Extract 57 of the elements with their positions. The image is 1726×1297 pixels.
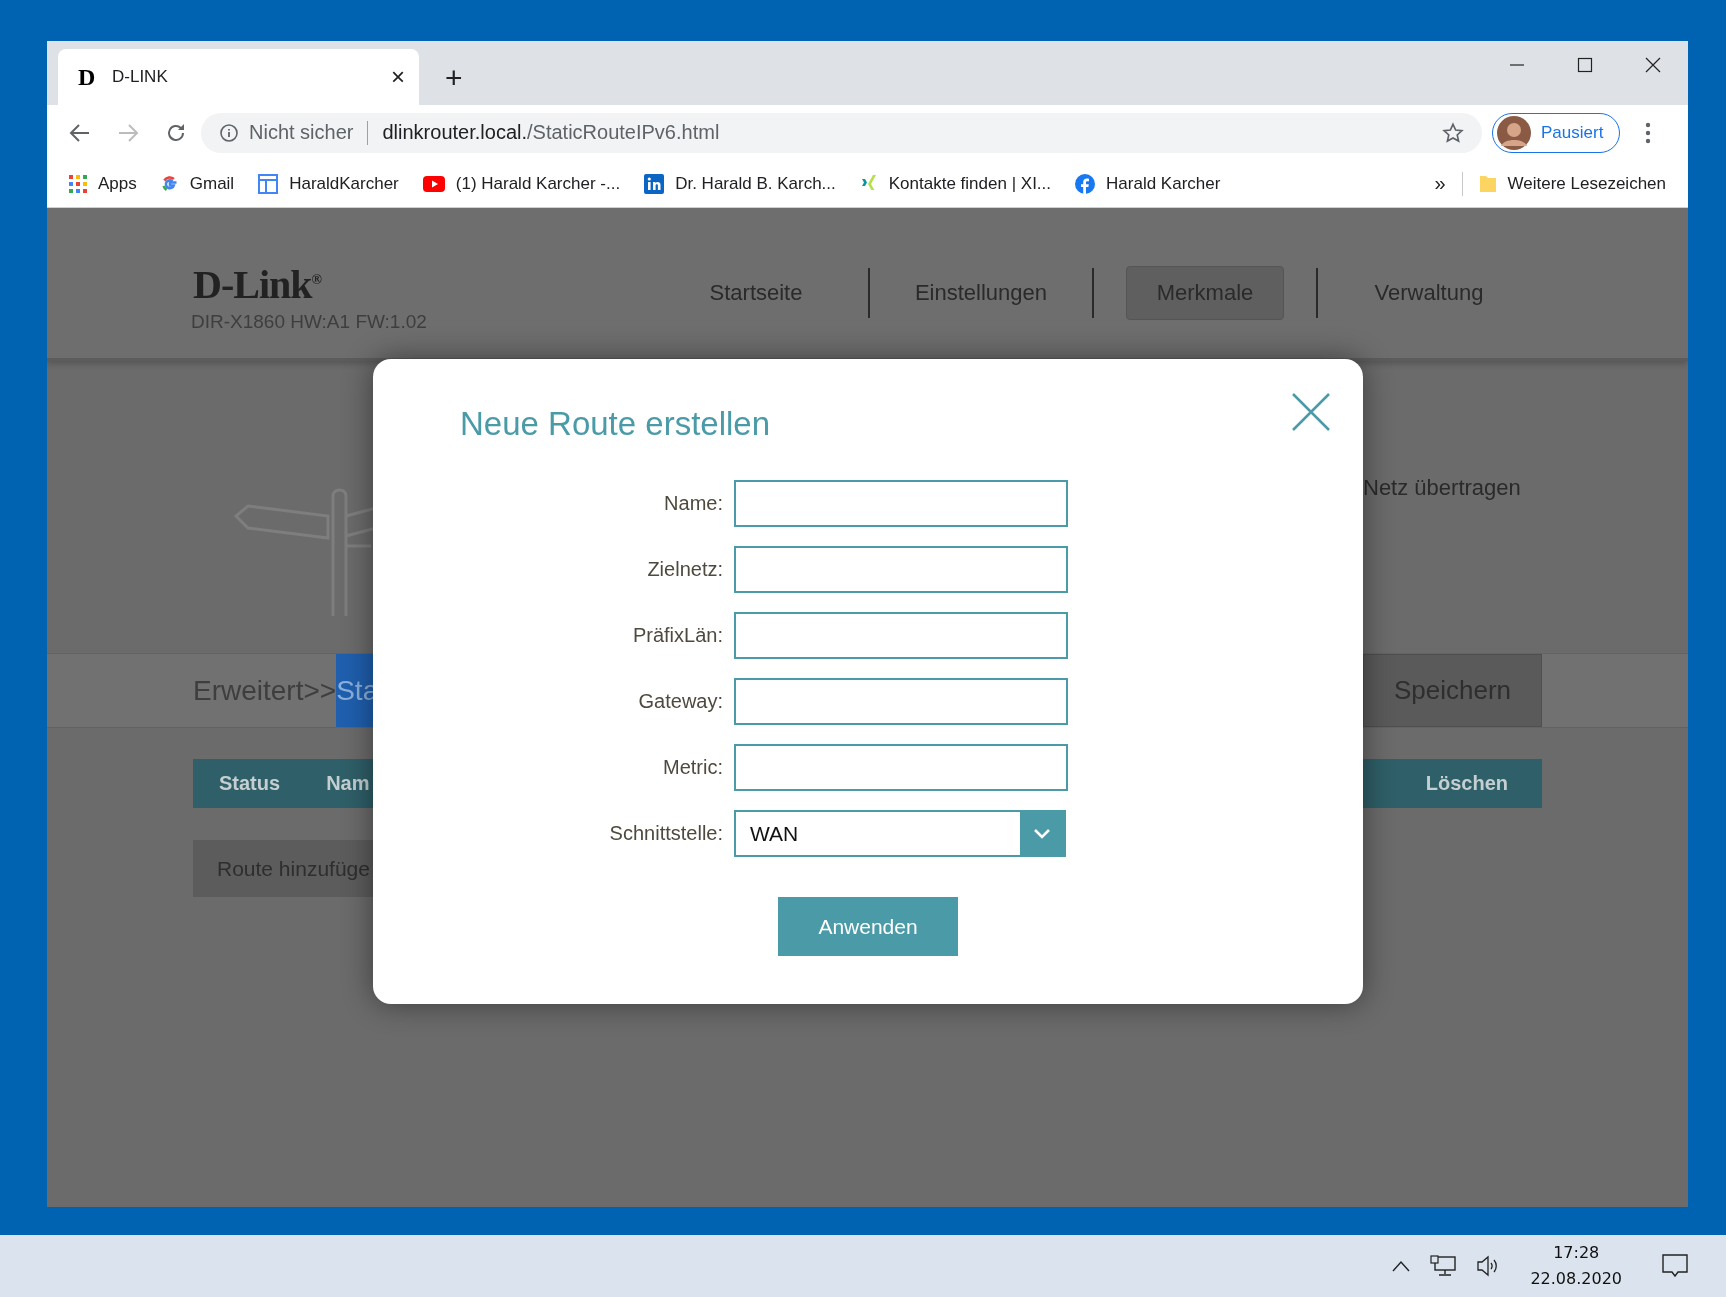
input-field[interactable] <box>734 744 1068 791</box>
field-label: Metric: <box>662 756 723 779</box>
dialog-title: Neue Route erstellen <box>460 405 771 443</box>
info-icon[interactable] <box>219 122 239 143</box>
chevron-up-icon[interactable] <box>1392 1260 1411 1272</box>
input-field[interactable] <box>734 678 1068 725</box>
close-icon[interactable] <box>1645 57 1661 73</box>
play-icon <box>422 175 445 192</box>
menu-icon[interactable] <box>1645 121 1651 144</box>
notification-icon[interactable] <box>1662 1254 1688 1278</box>
input-field[interactable] <box>734 480 1068 527</box>
bookmark[interactable]: Harald Karcher <box>1075 173 1221 194</box>
input-field[interactable] <box>734 546 1068 593</box>
clock-time[interactable]: 17:28 <box>1553 1240 1600 1266</box>
url-path: /StaticRouteIPv6.html <box>527 121 720 144</box>
brand-logo: D-Link$^{®}$ <box>193 261 323 306</box>
new-tab-button[interactable]: + <box>439 61 469 95</box>
facebook-icon <box>1075 173 1096 194</box>
browser-tab[interactable]: D D-LINK × <box>58 49 419 105</box>
field-label: Gateway: <box>637 690 723 713</box>
column-header: Löschen <box>1425 772 1508 795</box>
page-layout-icon <box>258 173 279 194</box>
bookmark[interactable]: Apps <box>69 173 137 194</box>
address-bar[interactable]: Nicht sicher dlinkrouter.local./StaticRouteIPv6.html <box>201 112 1482 153</box>
field-label: Schnittstelle: <box>608 822 723 845</box>
profile-button[interactable]: Pausiert <box>1492 112 1620 153</box>
apps-grid-icon <box>69 174 87 193</box>
folder-icon <box>1478 173 1497 194</box>
field-label: Zielnetz: <box>646 558 723 581</box>
tab-title: D-LINK <box>112 67 169 87</box>
chevron-down-icon <box>1033 827 1051 840</box>
url-host: dlinkrouter.local. <box>382 121 527 144</box>
bookmark[interactable]: Gmail <box>160 173 235 194</box>
maximize-icon[interactable] <box>1577 57 1593 73</box>
avatar-icon <box>1497 115 1531 150</box>
google-icon <box>160 174 179 193</box>
bookmark[interactable]: Dr. Harald B. Karch... <box>644 173 836 194</box>
description-text: Netz übertragen <box>1363 475 1521 501</box>
security-label: Nicht sicher <box>249 121 354 144</box>
field-label: Name: <box>663 492 723 515</box>
favicon: D <box>78 63 97 91</box>
dropdown[interactable]: WAN <box>734 810 1066 857</box>
network-icon[interactable] <box>1430 1255 1457 1277</box>
bookmark[interactable]: Kontakte finden | XI... <box>859 173 1052 194</box>
bookmark-folder[interactable]: Weitere Lesezeichen <box>1478 173 1666 194</box>
column-header: Nam <box>326 772 370 795</box>
input-field[interactable] <box>734 612 1068 659</box>
tab-close-button[interactable]: × <box>391 63 405 91</box>
linkedin-icon <box>644 173 665 194</box>
column-header: Status <box>219 772 281 795</box>
back-icon[interactable] <box>69 121 91 144</box>
clock-date[interactable]: 22.08.2020 <box>1530 1266 1622 1292</box>
bookmark[interactable]: (1) Harald Karcher -... <box>422 173 621 194</box>
star-icon[interactable] <box>1442 121 1464 144</box>
field-label: PräfixLän: <box>631 624 723 647</box>
more-bookmarks-button[interactable]: » <box>1434 172 1446 195</box>
bookmark[interactable]: HaraldKarcher <box>258 173 399 194</box>
